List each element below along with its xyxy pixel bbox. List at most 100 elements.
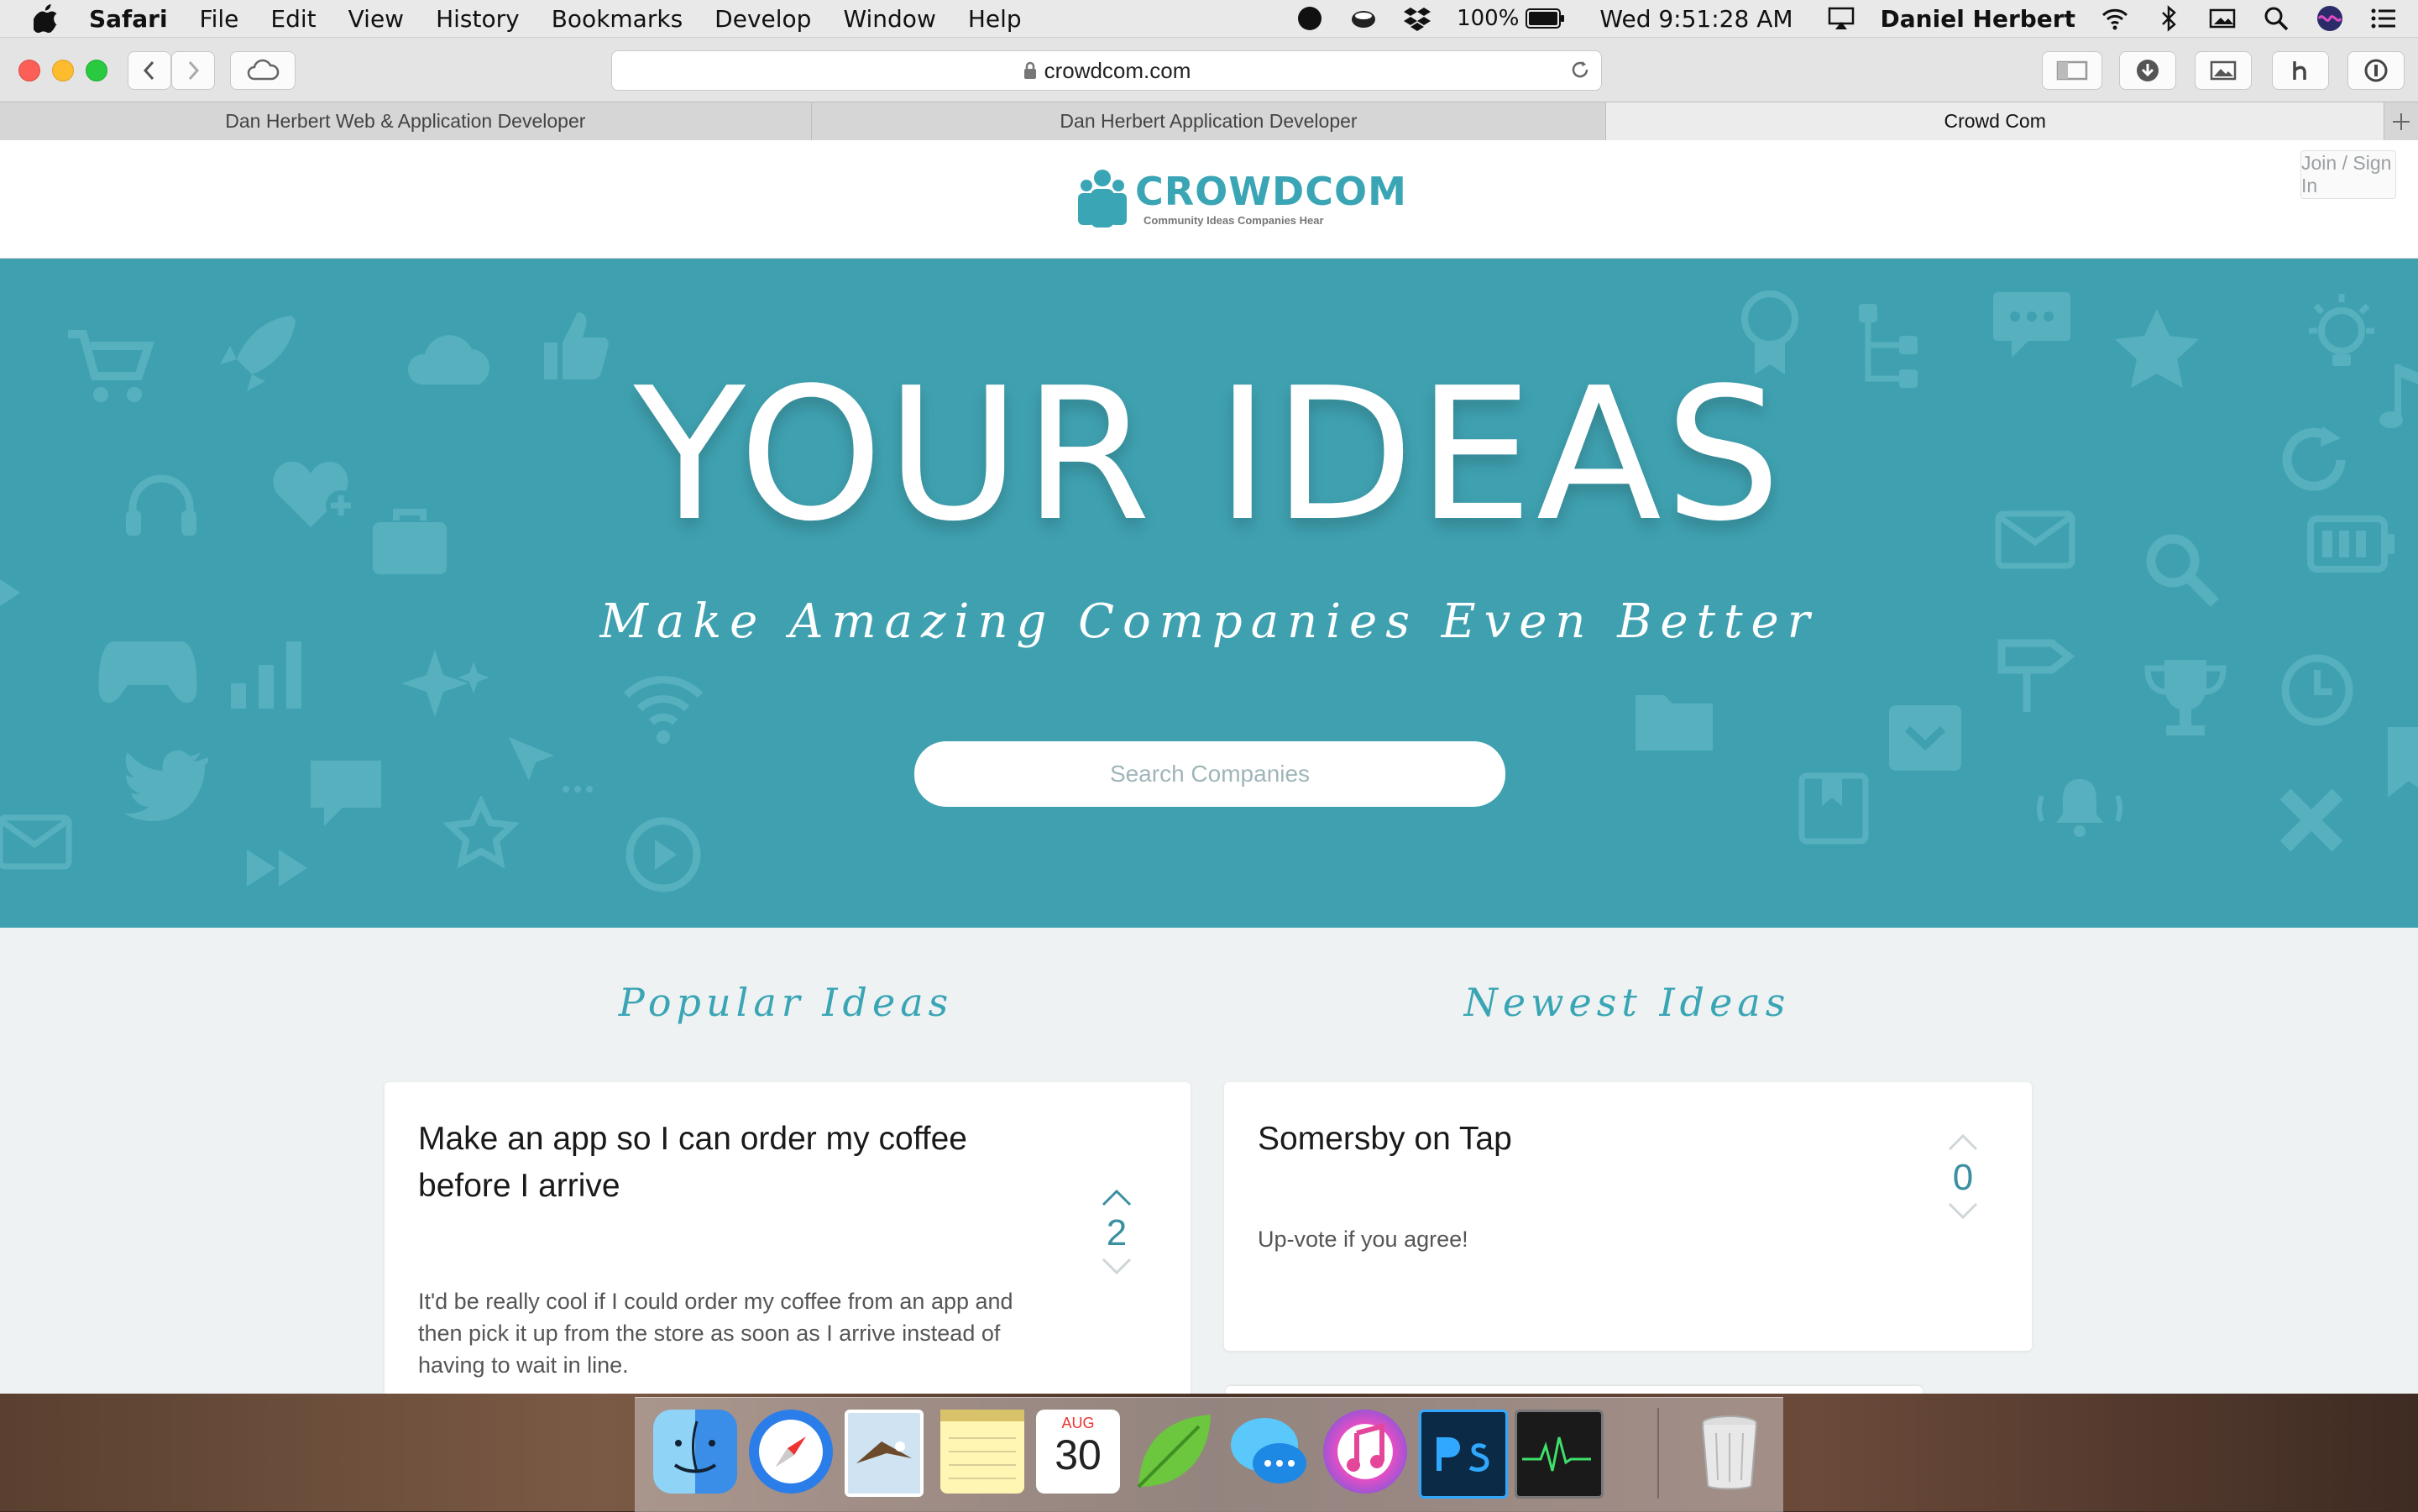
activity-monitor-icon[interactable] xyxy=(1515,1410,1604,1499)
spotlight-search-icon[interactable] xyxy=(2262,4,2290,33)
folder-icon xyxy=(1636,695,1713,751)
hostname-extension-button[interactable] xyxy=(2272,51,2329,90)
lock-icon xyxy=(1023,61,1036,79)
address-bar[interactable]: crowdcom.com xyxy=(611,50,1602,91)
wifi-icon[interactable] xyxy=(2101,4,2129,33)
menu-help[interactable]: Help xyxy=(968,5,1022,33)
join-sign-in-button[interactable]: Join / Sign In xyxy=(2300,150,2396,199)
idea-card-newest[interactable]: Somersby on Tap 0 Up-vote if you agree! xyxy=(1224,1082,2032,1351)
heartbeat-graph-icon xyxy=(1522,1436,1591,1472)
zoom-window-button[interactable] xyxy=(86,60,107,81)
forward-button[interactable] xyxy=(171,51,215,90)
idea-title[interactable]: Make an app so I can order my coffee bef… xyxy=(418,1116,967,1210)
siri-icon[interactable] xyxy=(2316,4,2344,33)
apple-icon[interactable] xyxy=(34,4,59,33)
vote-control: 0 xyxy=(1938,1129,1988,1227)
bluetooth-icon[interactable] xyxy=(2154,4,2183,33)
tab-label: Crowd Com xyxy=(1944,110,2046,132)
photoshop-icon[interactable] xyxy=(1419,1410,1508,1499)
icloud-tabs-button[interactable] xyxy=(230,51,296,90)
vote-count: 2 xyxy=(1106,1212,1128,1253)
menu-bookmarks[interactable]: Bookmarks xyxy=(552,5,683,33)
tab-dan-herbert-web[interactable]: Dan Herbert Web & Application Developer xyxy=(0,102,812,140)
menu-window[interactable]: Window xyxy=(843,5,935,33)
compass-icon xyxy=(759,1420,823,1483)
clock[interactable]: Wed 9:51:28 AM xyxy=(1599,5,1793,33)
minimize-window-button[interactable] xyxy=(52,60,74,81)
idea-description-line: then pick it up from the store as soon a… xyxy=(418,1321,1001,1346)
notes-lines-icon xyxy=(940,1410,1024,1479)
sidebar-button[interactable] xyxy=(2042,51,2102,90)
coffee-cup-icon[interactable] xyxy=(1349,4,1378,33)
notification-center-icon[interactable] xyxy=(2369,4,2398,33)
menu-view[interactable]: View xyxy=(348,5,404,33)
status-app-icon[interactable] xyxy=(1295,4,1324,33)
music-note-dock-icon xyxy=(1347,1423,1384,1472)
menu-develop[interactable]: Develop xyxy=(714,5,811,33)
crowdcom-logo[interactable]: CROWDCOM Community Ideas Companies Hear xyxy=(1073,165,1407,233)
finder-face-icon xyxy=(673,1420,717,1473)
close-window-button[interactable] xyxy=(18,60,40,81)
downloads-button[interactable] xyxy=(2119,51,2176,90)
vote-count: 0 xyxy=(1952,1157,1974,1198)
hero-title: YOUR IDEAS xyxy=(633,349,1785,562)
menu-app-safari[interactable]: Safari xyxy=(89,5,168,33)
downvote-chevron-icon[interactable] xyxy=(1946,1199,1980,1222)
upvote-chevron-icon[interactable] xyxy=(1100,1185,1133,1208)
twitter-bird-icon xyxy=(124,750,208,821)
battery-icon[interactable] xyxy=(1526,8,1566,29)
popular-ideas-heading: Popular Ideas xyxy=(618,980,954,1025)
reload-icon[interactable] xyxy=(1569,59,1591,81)
user-name[interactable]: Daniel Herbert xyxy=(1881,5,2075,33)
trash-can-icon xyxy=(1702,1415,1757,1490)
idea-description-line: having to wait in line. xyxy=(418,1352,629,1378)
mail-icon[interactable] xyxy=(845,1410,924,1497)
back-button[interactable] xyxy=(128,51,171,90)
messages-icon[interactable] xyxy=(1227,1410,1311,1494)
itunes-icon[interactable] xyxy=(1323,1410,1407,1494)
next-card-edge xyxy=(1226,1386,1923,1394)
trophy-icon xyxy=(2144,660,2227,735)
crowd-people-icon xyxy=(1078,170,1127,228)
upvote-chevron-icon[interactable] xyxy=(1946,1129,1980,1153)
bell-ring-icon xyxy=(2037,779,2122,837)
tab-label: Dan Herbert Application Developer xyxy=(1060,110,1358,132)
calendar-icon[interactable]: AUG 30 xyxy=(1036,1410,1120,1494)
hero-banner: YOUR IDEAS Make Amazing Companies Even B… xyxy=(0,259,2418,928)
dropbox-icon[interactable] xyxy=(1403,4,1431,33)
safari-icon[interactable] xyxy=(749,1410,833,1494)
url-text: crowdcom.com xyxy=(1044,57,1191,83)
dock-separator xyxy=(1657,1408,1659,1499)
photo-extension-button[interactable] xyxy=(2195,51,2252,90)
idea-title[interactable]: Somersby on Tap xyxy=(1258,1116,1512,1163)
wifi-bg-icon xyxy=(623,676,704,744)
browser-toolbar: crowdcom.com xyxy=(0,38,2418,102)
downvote-chevron-icon[interactable] xyxy=(1100,1254,1133,1278)
tab-crowd-com[interactable]: Crowd Com xyxy=(1606,102,2385,140)
clock-bg-icon xyxy=(2281,654,2353,726)
tab-dan-herbert-app[interactable]: Dan Herbert Application Developer xyxy=(812,102,1607,140)
onepassword-button[interactable] xyxy=(2347,51,2405,90)
menu-edit[interactable]: Edit xyxy=(270,5,316,33)
web-page: CROWDCOM Community Ideas Companies Hear … xyxy=(0,140,2418,1394)
idea-description: Up-vote if you agree! xyxy=(1258,1227,1468,1252)
bookmark-box-icon xyxy=(1798,772,1869,845)
new-tab-button[interactable] xyxy=(2384,102,2418,140)
search-companies-input[interactable] xyxy=(914,741,1505,807)
idea-card-popular[interactable]: Make an app so I can order my coffee bef… xyxy=(385,1082,1191,1394)
menu-history[interactable]: History xyxy=(436,5,520,33)
menu-file[interactable]: File xyxy=(200,5,239,33)
h-extension-icon xyxy=(2293,61,2306,80)
tab-label: Dan Herbert Web & Application Developer xyxy=(225,110,586,132)
finder-icon[interactable] xyxy=(653,1410,737,1494)
eagle-stamp-icon xyxy=(856,1441,912,1463)
airplay-icon[interactable] xyxy=(1827,4,1855,33)
coda-icon[interactable] xyxy=(1132,1410,1216,1494)
logo-wordmark: CROWDCOM xyxy=(1135,168,1407,214)
notes-icon[interactable] xyxy=(940,1410,1024,1494)
idea-description-line: It'd be really cool if I could order my … xyxy=(418,1289,1013,1314)
display-icon[interactable] xyxy=(2208,4,2237,33)
envelope-bg-icon xyxy=(0,814,72,870)
trash-icon[interactable] xyxy=(1688,1410,1772,1494)
chat-bubble-icon xyxy=(311,761,381,826)
